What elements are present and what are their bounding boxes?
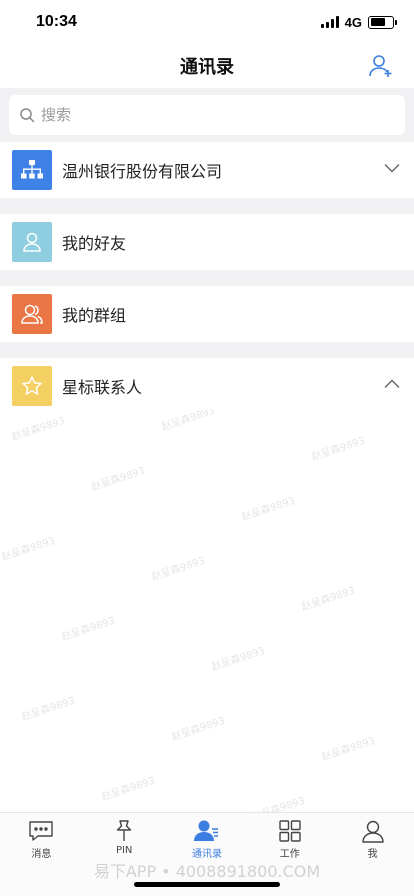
star-icon [12, 366, 52, 406]
search-box[interactable] [9, 95, 405, 135]
groups-label: 我的群组 [62, 306, 127, 325]
status-indicators: 4G [320, 14, 397, 30]
user-icon [12, 222, 52, 262]
status-time: 10:34 [36, 13, 77, 30]
battery-icon [368, 15, 397, 29]
message-icon [29, 821, 54, 841]
tab-work[interactable]: 工作 [248, 813, 331, 862]
pin-icon [116, 820, 132, 841]
footer-watermark: 易下APP • 4008891800.COM [93, 862, 321, 881]
friends-row[interactable]: 我的好友 [0, 214, 414, 270]
nav-bar: 通讯录 [0, 44, 414, 88]
tab-contacts[interactable]: 通讯录 [166, 813, 249, 862]
profile-icon [361, 820, 384, 843]
chevron-down-icon[interactable] [384, 163, 400, 173]
home-indicator[interactable] [134, 882, 280, 887]
watermark: 赵呈森9893 [0, 535, 57, 564]
watermark: 赵呈森9893 [240, 495, 297, 524]
org-row[interactable]: 温州银行股份有限公司 [0, 142, 414, 198]
grid-icon [279, 820, 301, 842]
watermark: 赵呈森9893 [210, 645, 267, 674]
watermark: 赵呈森9893 [320, 735, 377, 764]
tab-bar: 消息 PIN 通讯录 工作 我 [0, 812, 414, 862]
group-icon [12, 294, 52, 334]
home-area: 易下APP • 4008891800.COM [0, 862, 414, 896]
watermark: 赵呈森9893 [90, 465, 147, 494]
starred-row[interactable]: 星标联系人 [0, 358, 414, 414]
tab-messages[interactable]: 消息 [0, 813, 83, 862]
watermark: 赵呈森9893 [60, 615, 117, 644]
watermark: 赵呈森9893 [250, 795, 307, 812]
add-contact-icon[interactable] [368, 53, 394, 79]
network-label: 4G [344, 14, 362, 30]
watermark: 赵呈森9893 [20, 695, 77, 724]
chevron-up-icon[interactable] [384, 379, 400, 389]
search-icon [20, 108, 35, 123]
org-label: 温州银行股份有限公司 [62, 162, 223, 181]
groups-row[interactable]: 我的群组 [0, 286, 414, 342]
watermark: 赵呈森9893 [310, 435, 367, 464]
status-bar: 10:34 4G [0, 0, 414, 44]
section-gap [0, 198, 414, 214]
search-area [0, 88, 414, 142]
watermark: 赵呈森9893 [100, 775, 157, 804]
contacts-icon [193, 820, 218, 841]
watermark: 赵呈森9893 [160, 410, 217, 434]
friends-label: 我的好友 [62, 234, 127, 253]
tab-pin[interactable]: PIN [83, 813, 166, 862]
content-area: 赵呈森9893 赵呈森9893 赵呈森9893 赵呈森9893 赵呈森9893 … [0, 410, 414, 812]
watermark: 赵呈森9893 [150, 555, 207, 584]
signal-icon [320, 16, 339, 28]
tab-me[interactable]: 我 [331, 813, 414, 862]
page-title: 通讯录 [180, 57, 234, 77]
org-chart-icon [12, 150, 52, 190]
watermark: 赵呈森9893 [10, 415, 67, 444]
section-gap [0, 270, 414, 286]
watermark: 赵呈森9893 [300, 585, 357, 614]
tab-label: PIN [115, 845, 133, 856]
search-input[interactable] [41, 106, 395, 124]
watermark: 赵呈森9893 [170, 715, 227, 744]
section-gap [0, 342, 414, 358]
starred-label: 星标联系人 [62, 378, 143, 397]
